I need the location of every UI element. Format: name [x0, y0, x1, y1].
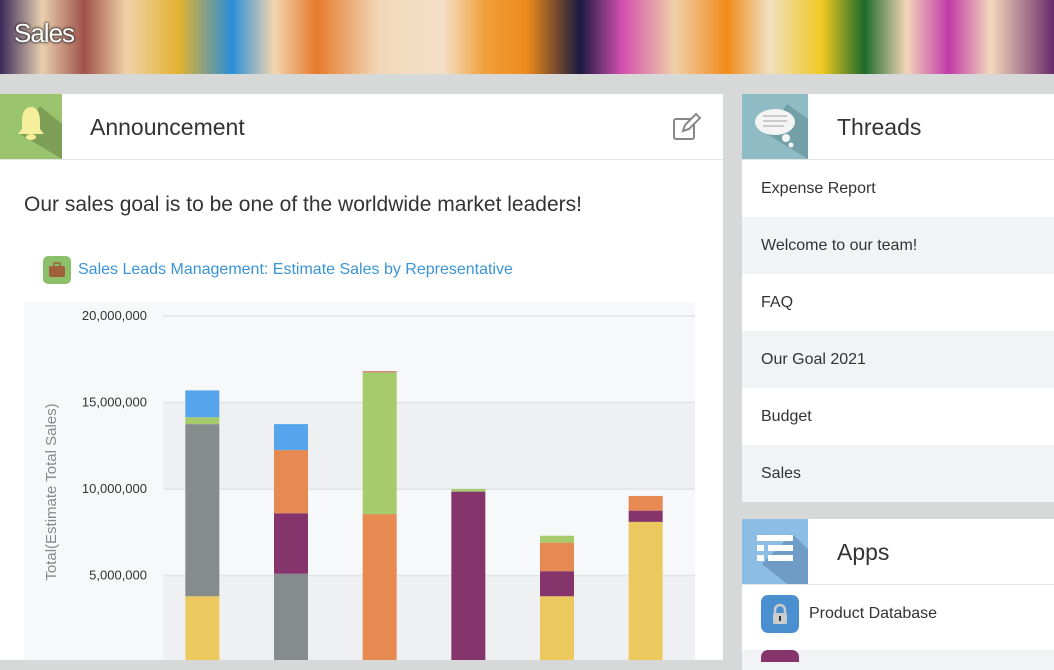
y-tick-label: 20,000,000	[82, 308, 147, 323]
grid-band	[163, 402, 695, 489]
bar-segment	[274, 450, 308, 514]
announcement-title: Announcement	[90, 114, 245, 140]
bar-segment	[362, 371, 397, 373]
bar-segment	[274, 573, 308, 662]
lock-icon	[761, 594, 799, 633]
thread-item[interactable]: Our Goal 2021	[742, 331, 1054, 388]
threads-panel: Threads Expense Report Welcome to our te…	[742, 94, 1054, 502]
header-banner: Sales	[0, 0, 1054, 74]
bar-segment	[185, 596, 220, 662]
bar-segment	[362, 372, 397, 515]
y-axis-label: Total(Estimate Total Sales)	[43, 403, 60, 580]
thread-item[interactable]: Sales	[742, 445, 1054, 502]
y-tick-label: 15,000,000	[82, 395, 147, 410]
thread-item[interactable]: Expense Report	[742, 160, 1054, 217]
app-item-label: Product Database	[809, 604, 938, 622]
thread-item[interactable]: FAQ	[742, 274, 1054, 331]
bar-segment	[540, 535, 574, 543]
bar-segment	[628, 510, 663, 522]
bar-segment	[451, 489, 486, 492]
bar-segment	[185, 417, 220, 425]
apps-panel: Apps Product Database	[742, 519, 1054, 670]
bar-segment	[451, 491, 486, 662]
app-icon	[761, 650, 799, 662]
bar-segment	[185, 424, 220, 597]
bar-segment	[185, 390, 220, 418]
y-tick-label: 5,000,000	[89, 568, 147, 583]
bell-icon	[0, 94, 62, 159]
bar-segment	[274, 513, 308, 574]
threads-title: Threads	[837, 114, 922, 140]
sales-chart: 5,000,000 10,000,000 15,000,000 20,000,000 T…	[24, 302, 695, 662]
chart-svg: 5,000,000 10,000,000 15,000,000 20,000,000 T…	[43, 308, 695, 662]
bar-segment	[274, 424, 308, 451]
grid-band	[163, 575, 695, 662]
briefcase-icon	[43, 256, 71, 284]
bar-segment	[540, 571, 574, 597]
edit-icon[interactable]	[671, 112, 702, 142]
app-item[interactable]: Product Database	[742, 585, 1054, 642]
bar-segment	[362, 514, 397, 662]
announcement-header: Announcement	[0, 94, 723, 160]
app-item[interactable]	[742, 650, 1054, 670]
bar-segment	[540, 542, 574, 572]
bar-segment	[628, 521, 663, 662]
thread-item[interactable]: Budget	[742, 388, 1054, 445]
announcement-panel: Announcement Our sales goal is to be one…	[0, 94, 723, 662]
list-icon	[742, 519, 808, 584]
bar-segment	[628, 495, 663, 511]
space-title: Sales	[14, 18, 75, 48]
thread-item[interactable]: Welcome to our team!	[742, 217, 1054, 274]
app-link-label: Sales Leads Management: Estimate Sales b…	[78, 261, 513, 278]
apps-title: Apps	[837, 539, 890, 565]
y-tick-label: 10,000,000	[82, 481, 147, 496]
threads-header: Threads	[742, 94, 1054, 160]
bar-segment	[540, 596, 574, 662]
thread-bubble-icon	[742, 94, 808, 159]
announcement-message: Our sales goal is to be one of the world…	[24, 193, 582, 216]
apps-header: Apps	[742, 519, 1054, 585]
app-link[interactable]: Sales Leads Management: Estimate Sales b…	[43, 256, 513, 284]
